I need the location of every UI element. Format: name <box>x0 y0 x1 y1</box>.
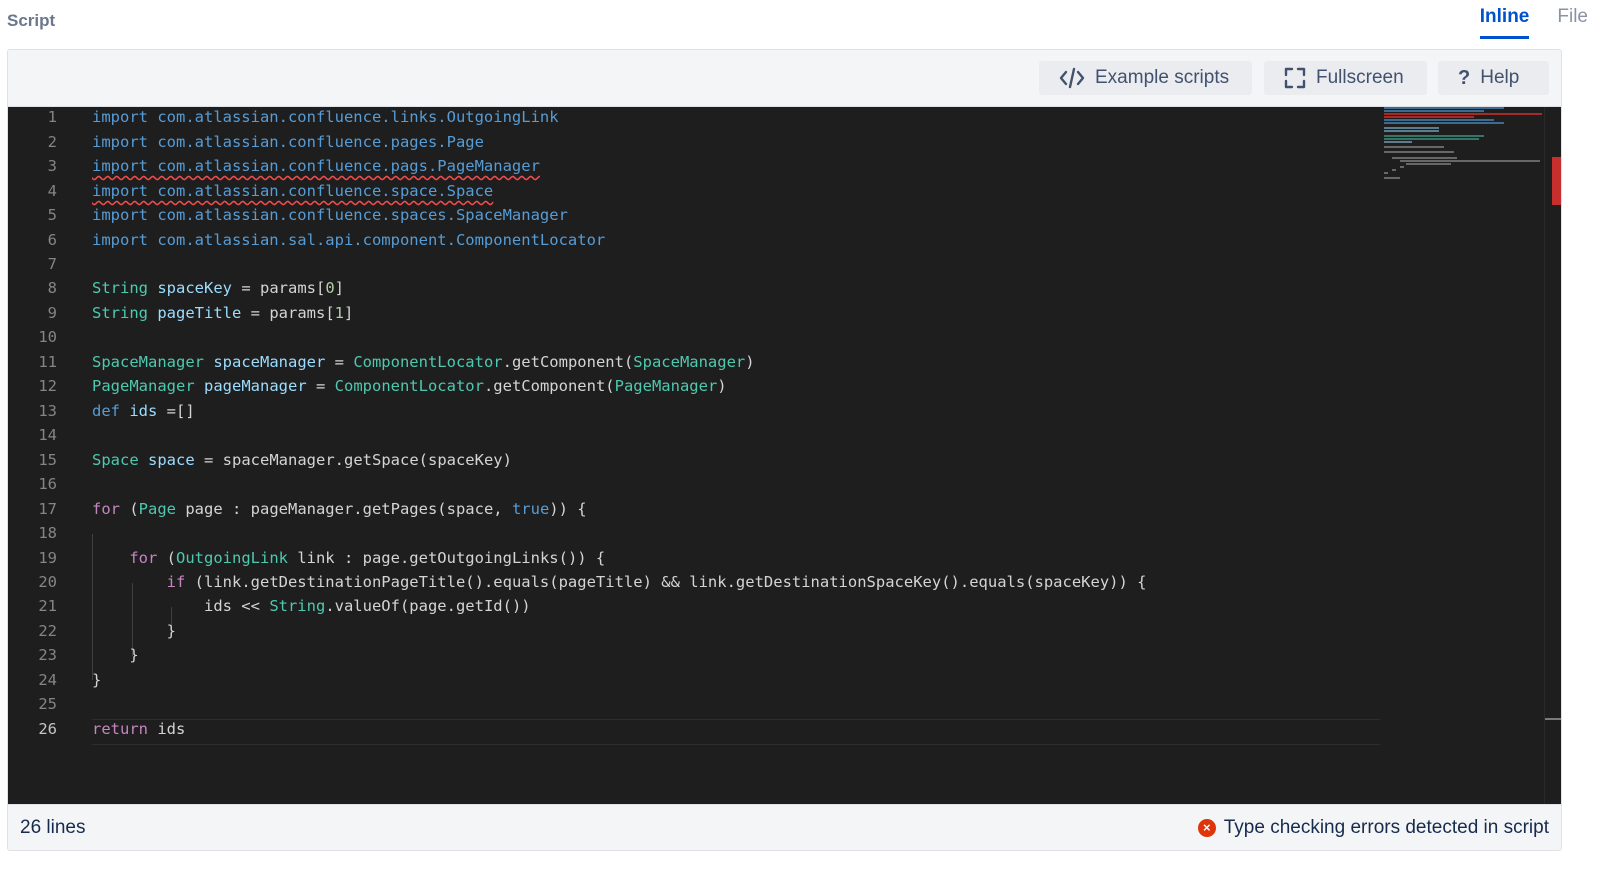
line-number: 24 <box>38 671 57 689</box>
line-number: 13 <box>38 402 57 420</box>
code-line: import com.atlassian.confluence.space.Sp… <box>92 182 494 200</box>
editor-toolbar: Example scripts Fullscreen ? Help <box>8 50 1561 107</box>
type-check-status: × Type checking errors detected in scrip… <box>1197 817 1549 839</box>
line-number: 17 <box>38 500 57 518</box>
editor-statusbar: 26 lines × Type checking errors detected… <box>8 804 1561 850</box>
cursor-marker <box>1545 718 1561 720</box>
code-line: } <box>92 622 176 640</box>
line-number: 4 <box>47 182 57 200</box>
code-line: import com.atlassian.confluence.pags.Pag… <box>92 157 540 175</box>
code-line: String pageTitle = params[1] <box>92 304 354 322</box>
line-number: 22 <box>38 622 57 640</box>
fullscreen-label: Fullscreen <box>1316 67 1404 88</box>
script-editor: Example scripts Fullscreen ? Help 1 2 3 … <box>7 49 1562 851</box>
code-editor[interactable]: 1 2 3 4 5 6 7 8 9 10 11 12 13 14 15 16 1… <box>8 107 1561 804</box>
line-number: 20 <box>38 573 57 591</box>
line-number: 11 <box>38 353 57 371</box>
line-number: 5 <box>47 206 57 224</box>
line-number: 25 <box>38 695 57 713</box>
line-number: 12 <box>38 377 57 395</box>
code-line: PageManager pageManager = ComponentLocat… <box>92 377 727 395</box>
code-line: return ids <box>92 720 186 738</box>
code-line: Space space = spaceManager.getSpace(spac… <box>92 451 512 469</box>
code-line: SpaceManager spaceManager = ComponentLoc… <box>92 353 755 371</box>
code-line: } <box>92 671 102 689</box>
line-number: 6 <box>47 231 57 249</box>
line-number: 23 <box>38 646 57 664</box>
line-number: 18 <box>38 524 57 542</box>
tab-inline[interactable]: Inline <box>1479 4 1530 39</box>
line-number: 1 <box>47 108 57 126</box>
error-marker <box>1552 157 1561 205</box>
code-line: import com.atlassian.confluence.spaces.S… <box>92 206 568 224</box>
code-line: for (Page page : pageManager.getPages(sp… <box>92 500 587 518</box>
line-number: 14 <box>38 426 57 444</box>
code-line: import com.atlassian.sal.api.component.C… <box>92 231 606 249</box>
script-label: Script <box>7 11 56 30</box>
line-number: 10 <box>38 328 57 346</box>
line-number: 2 <box>47 133 57 151</box>
line-number: 15 <box>38 451 57 469</box>
fullscreen-button[interactable]: Fullscreen <box>1264 61 1427 95</box>
line-number: 8 <box>47 279 57 297</box>
error-icon: × <box>1197 819 1216 837</box>
code-line: def ids =[] <box>92 402 195 420</box>
current-line-highlight <box>92 719 1380 745</box>
code-line: for (OutgoingLink link : page.getOutgoin… <box>129 549 606 567</box>
code-line: import com.atlassian.confluence.links.Ou… <box>92 108 559 126</box>
help-button[interactable]: ? Help <box>1438 61 1549 95</box>
line-number: 19 <box>38 549 57 567</box>
script-source-tabs: Inline File <box>1479 4 1588 39</box>
type-check-message: Type checking errors detected in script <box>1223 817 1549 838</box>
help-icon: ? <box>1458 66 1471 89</box>
line-number: 3 <box>47 157 57 175</box>
line-number: 16 <box>38 475 57 493</box>
example-scripts-label: Example scripts <box>1095 67 1230 88</box>
example-scripts-button[interactable]: Example scripts <box>1039 61 1252 95</box>
line-number-current: 26 <box>38 720 57 738</box>
code-icon <box>1059 67 1085 89</box>
code-line: import com.atlassian.confluence.pages.Pa… <box>92 133 484 151</box>
code-line: String spaceKey = params[0] <box>92 279 345 297</box>
tab-file[interactable]: File <box>1557 4 1588 39</box>
code-line: ids << String.valueOf(page.getId()) <box>92 597 531 615</box>
code-line: } <box>92 646 139 664</box>
line-number: 21 <box>38 597 57 615</box>
line-number: 9 <box>47 304 57 322</box>
line-count: 26 lines <box>20 817 86 838</box>
help-label: Help <box>1480 67 1520 88</box>
fullscreen-icon <box>1284 67 1306 89</box>
code-line: if (link.getDestinationPageTitle().equal… <box>166 573 1147 591</box>
editor-scrollbar[interactable] <box>1544 107 1561 804</box>
line-number: 7 <box>47 255 57 273</box>
minimap <box>1384 107 1542 179</box>
